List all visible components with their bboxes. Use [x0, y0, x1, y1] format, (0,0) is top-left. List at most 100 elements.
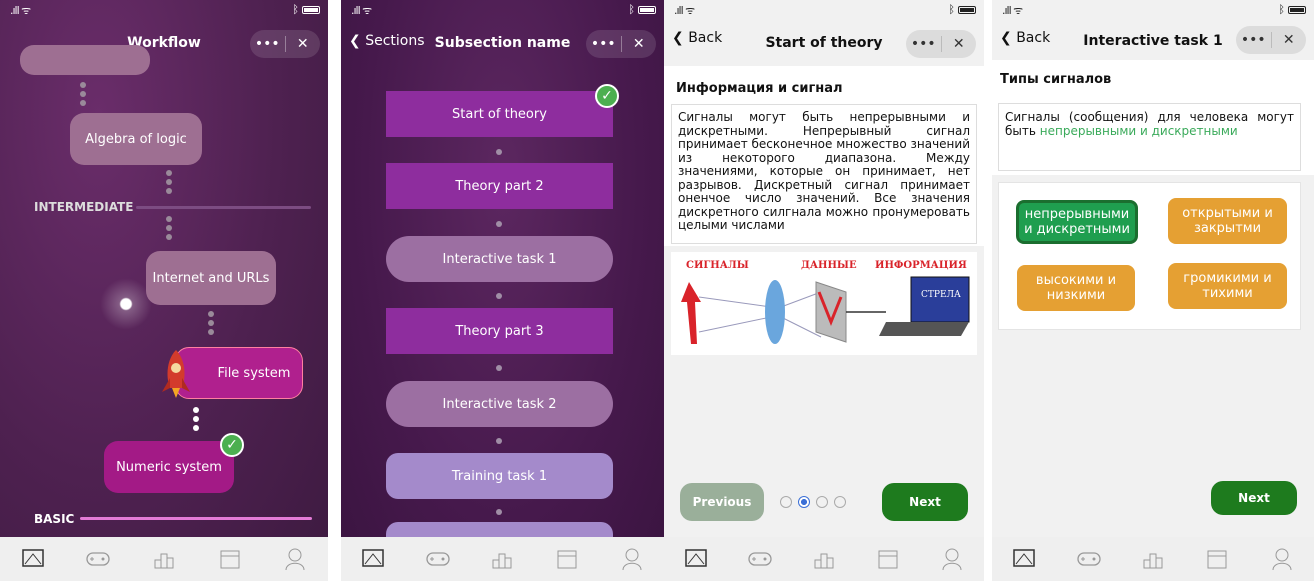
option-label: высокими и низкими [1035, 273, 1117, 303]
section-theory-part-2[interactable]: Theory part 2 [386, 163, 613, 209]
tab-rating-icon[interactable] [811, 546, 837, 572]
illustration-label-info: ИНФОРМАЦИЯ [875, 260, 967, 271]
level-intermediate-label: INTERMEDIATE [34, 200, 134, 214]
subsection-screen: .ıll ᯤᛒ ❮ Sections Subsection name ••• ✕ … [341, 0, 664, 581]
tab-learn-icon[interactable] [20, 546, 46, 572]
status-bar: .ıll ᯤᛒ [992, 0, 1314, 18]
tab-calendar-icon[interactable] [875, 546, 901, 572]
glow-marker-icon [100, 278, 152, 330]
signals-illustration: СИГНАЛЫ ДАННЫЕ ИНФОРМАЦИЯ СТРЕЛА [671, 252, 977, 355]
interactive-task-screen: .ıll ᯤᛒ ❮ Back Interactive task 1 ••• ✕ Т… [992, 0, 1314, 581]
level-basic-line [80, 517, 312, 520]
section-label: Theory part 3 [455, 323, 544, 339]
section-label: Start of theory [452, 106, 547, 122]
rocket-icon [158, 348, 194, 400]
more-button[interactable]: ••• [250, 36, 285, 52]
level-basic-label: BASIC [34, 512, 75, 526]
illustration-label-signals: СИГНАЛЫ [686, 260, 749, 271]
page-dot[interactable] [834, 496, 846, 508]
tab-learn-icon[interactable] [683, 546, 709, 572]
check-icon: ✓ [595, 84, 619, 108]
page-dot[interactable] [780, 496, 792, 508]
tab-learn-icon[interactable] [1011, 546, 1037, 572]
tab-games-icon[interactable] [85, 546, 111, 572]
level-intermediate-line [136, 206, 311, 209]
question-text: Сигналы (сообщения) для человека могут б… [998, 103, 1301, 171]
previous-button[interactable]: Previous [680, 483, 764, 521]
theory-text: Сигналы могут быть непрерывными и дискре… [671, 104, 977, 244]
section-theory-part-3[interactable]: Theory part 3 [386, 308, 613, 354]
illustration-label-screen: СТРЕЛА [921, 290, 961, 300]
header: ❮ Back Start of theory ••• ✕ [664, 22, 984, 66]
tab-rating-icon[interactable] [1140, 546, 1166, 572]
more-button[interactable]: ••• [586, 36, 621, 52]
tab-learn-icon[interactable] [360, 546, 386, 572]
section-label: Training task 1 [451, 468, 548, 484]
option-label: открытыми и закрытми [1182, 206, 1273, 236]
section-label: Theory part 2 [455, 178, 544, 194]
node-internet-and-urls[interactable]: Internet and URLs [146, 251, 276, 305]
node-algebra-of-logic[interactable]: Algebra of logic [70, 113, 202, 165]
tab-profile-icon[interactable] [282, 546, 308, 572]
page-dot[interactable] [816, 496, 828, 508]
page-dot-active[interactable] [798, 496, 810, 508]
header-actions: ••• ✕ [250, 30, 320, 58]
illustration-label-data: ДАННЫЕ [801, 260, 857, 271]
section-interactive-task-2[interactable]: Interactive task 2 [386, 381, 613, 427]
tab-bar [341, 537, 664, 581]
tab-bar [992, 537, 1314, 581]
more-button[interactable]: ••• [1236, 32, 1271, 48]
close-button[interactable]: ✕ [1272, 32, 1307, 48]
header-actions: ••• ✕ [1236, 26, 1306, 54]
more-button[interactable]: ••• [906, 36, 941, 52]
node-label: Algebra of logic [85, 131, 187, 147]
header-actions: ••• ✕ [586, 30, 656, 58]
tab-profile-icon[interactable] [939, 546, 965, 572]
tab-games-icon[interactable] [1076, 546, 1102, 572]
tab-calendar-icon[interactable] [554, 546, 580, 572]
tab-rating-icon[interactable] [151, 546, 177, 572]
page-indicator [780, 496, 846, 508]
tab-rating-icon[interactable] [489, 546, 515, 572]
next-button[interactable]: Next [882, 483, 968, 521]
node-numeric-system[interactable]: Numeric system [104, 441, 234, 493]
node-label: File system [217, 365, 291, 381]
node-label: Internet and URLs [152, 270, 270, 286]
option-label: непрерывными и дискретными [1024, 207, 1130, 237]
tab-profile-icon[interactable] [1269, 546, 1295, 572]
option-continuous-discrete[interactable]: непрерывными и дискретными [1016, 200, 1138, 244]
node-top-partial[interactable] [20, 45, 150, 75]
header-actions: ••• ✕ [906, 30, 976, 58]
section-label: Interactive task 1 [442, 251, 557, 267]
section-start-of-theory[interactable]: Start of theory [386, 91, 613, 137]
status-bar: .ıll ᯤᛒ [0, 0, 328, 18]
theory-screen: .ıll ᯤᛒ ❮ Back Start of theory ••• ✕ Инфо… [664, 0, 984, 581]
status-bar: .ıll ᯤᛒ [341, 0, 664, 18]
header: ❮ Sections Subsection name ••• ✕ [341, 22, 664, 66]
tab-bar [0, 537, 328, 581]
close-button[interactable]: ✕ [942, 36, 977, 52]
section-training-task-1[interactable]: Training task 1 [386, 453, 613, 499]
tab-bar [664, 537, 984, 581]
close-button[interactable]: ✕ [622, 36, 657, 52]
section-interactive-task-1[interactable]: Interactive task 1 [386, 236, 613, 282]
tab-profile-icon[interactable] [619, 546, 645, 572]
check-icon: ✓ [220, 433, 244, 457]
workflow-screen: .ıll ᯤᛒ Workflow ••• ✕ Algebra of logic I… [0, 0, 328, 581]
option-open-closed[interactable]: открытыми и закрытми [1168, 198, 1287, 244]
question-answer: непрерывными и дискретными [1039, 124, 1238, 138]
tab-calendar-icon[interactable] [217, 546, 243, 572]
status-bar: .ıll ᯤᛒ [664, 0, 984, 18]
section-label: Interactive task 2 [442, 396, 557, 412]
tab-games-icon[interactable] [747, 546, 773, 572]
tab-calendar-icon[interactable] [1204, 546, 1230, 572]
close-button[interactable]: ✕ [286, 36, 321, 52]
content-heading: Информация и сигнал [676, 81, 843, 96]
next-button[interactable]: Next [1211, 481, 1297, 515]
node-label: Numeric system [116, 459, 222, 475]
task-heading: Типы сигналов [1000, 72, 1112, 87]
option-high-low[interactable]: высокими и низкими [1017, 265, 1135, 311]
tab-games-icon[interactable] [425, 546, 451, 572]
node-file-system[interactable]: File system [175, 347, 303, 399]
option-loud-quiet[interactable]: громикими и тихими [1168, 263, 1287, 309]
